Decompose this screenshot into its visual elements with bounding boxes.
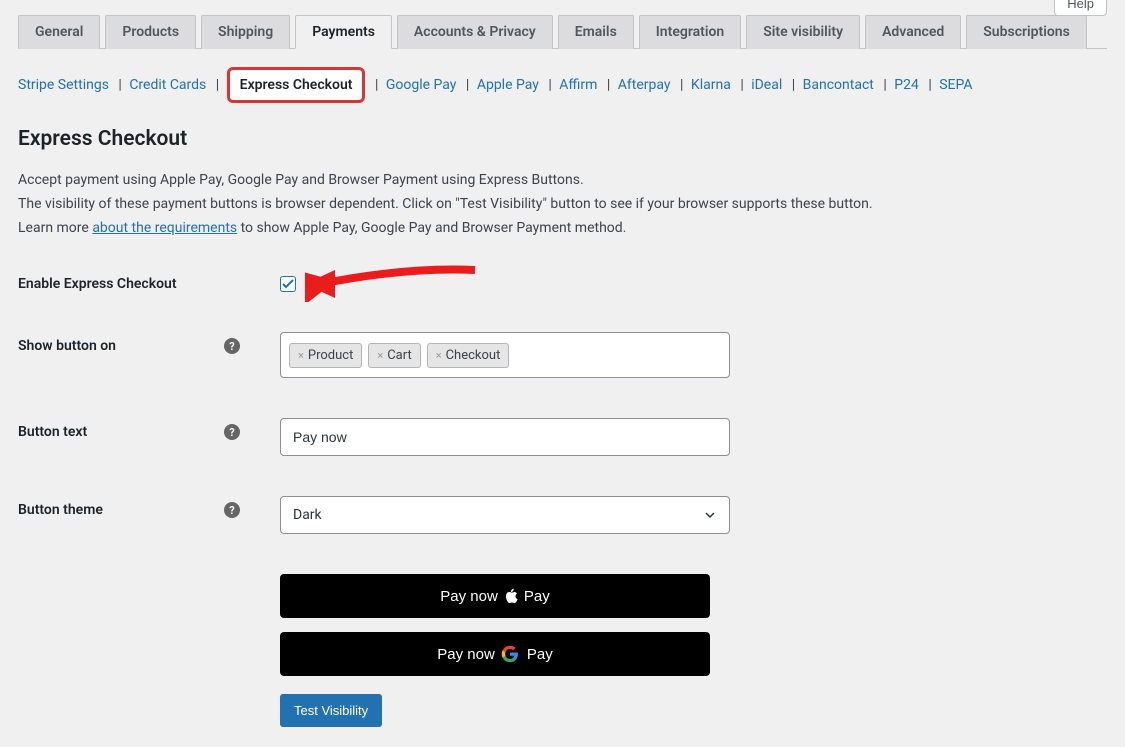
label-text: Button text xyxy=(18,424,87,440)
tab-accounts-privacy[interactable]: Accounts & Privacy xyxy=(397,15,553,49)
subnav-credit-cards[interactable]: Credit Cards xyxy=(129,77,206,93)
separator: | xyxy=(466,77,469,93)
description-line: Learn more about the requirements to sho… xyxy=(18,217,1107,241)
separator: | xyxy=(118,77,121,93)
subnav-klarna[interactable]: Klarna xyxy=(691,77,731,93)
separator: | xyxy=(607,77,610,93)
tag-label: Checkout xyxy=(446,348,501,363)
tab-general[interactable]: General xyxy=(18,15,100,49)
subnav-stripe-settings[interactable]: Stripe Settings xyxy=(18,77,109,93)
separator: | xyxy=(928,77,931,93)
tag-checkout: × Checkout xyxy=(427,343,510,368)
button-text-input[interactable] xyxy=(280,418,730,456)
subnav-sepa[interactable]: SEPA xyxy=(939,77,972,93)
label-text: Show button on xyxy=(18,338,116,354)
apple-pay-icon xyxy=(504,588,518,604)
chevron-down-icon xyxy=(703,508,717,522)
remove-icon[interactable]: × xyxy=(436,349,442,362)
tag-label: Product xyxy=(308,348,353,363)
select-value: Dark xyxy=(293,507,322,523)
tag-cart: × Cart xyxy=(368,343,420,368)
subnav-bancontact[interactable]: Bancontact xyxy=(803,77,874,93)
button-label: Pay now xyxy=(440,588,498,605)
main-tabs: General Products Shipping Payments Accou… xyxy=(18,0,1107,49)
show-button-label: Show button on ? xyxy=(18,332,258,354)
button-theme-select[interactable]: Dark xyxy=(280,496,730,534)
subnav-apple-pay[interactable]: Apple Pay xyxy=(477,77,539,93)
separator: | xyxy=(740,77,743,93)
arrow-annotation-icon xyxy=(305,262,485,302)
enable-label: Enable Express Checkout xyxy=(18,270,258,292)
page-title: Express Checkout xyxy=(18,127,1107,151)
separator: | xyxy=(216,77,219,93)
separator: | xyxy=(375,77,378,93)
show-button-multiselect[interactable]: × Product × Cart × Checkout xyxy=(280,332,730,378)
separator: | xyxy=(792,77,795,93)
apple-pay-button[interactable]: Pay now Pay xyxy=(280,574,710,618)
subnav-p24[interactable]: P24 xyxy=(894,77,919,93)
separator: | xyxy=(548,77,551,93)
help-icon[interactable]: ? xyxy=(224,338,240,354)
label-text: Enable Express Checkout xyxy=(18,276,177,292)
button-text-label: Button text ? xyxy=(18,418,258,440)
subnav-affirm[interactable]: Affirm xyxy=(559,77,597,93)
tab-site-visibility[interactable]: Site visibility xyxy=(746,15,860,49)
subnav-ideal[interactable]: iDeal xyxy=(751,77,782,93)
subnav-google-pay[interactable]: Google Pay xyxy=(386,77,457,93)
description-line: Accept payment using Apple Pay, Google P… xyxy=(18,169,1107,193)
sub-navigation: Stripe Settings | Credit Cards | Express… xyxy=(18,49,1107,115)
text: to show Apple Pay, Google Pay and Browse… xyxy=(237,220,626,236)
tag-product: × Product xyxy=(289,343,362,368)
button-label: Pay now xyxy=(437,646,495,663)
description-line: The visibility of these payment buttons … xyxy=(18,193,1107,217)
requirements-link[interactable]: about the requirements xyxy=(92,220,237,236)
tab-shipping[interactable]: Shipping xyxy=(201,15,290,49)
separator: | xyxy=(680,77,683,93)
tab-products[interactable]: Products xyxy=(105,15,196,49)
subnav-express-checkout[interactable]: Express Checkout xyxy=(227,67,366,103)
label-text: Button theme xyxy=(18,502,103,518)
tag-label: Cart xyxy=(387,348,412,363)
help-icon[interactable]: ? xyxy=(224,424,240,440)
test-visibility-button[interactable]: Test Visibility xyxy=(280,694,382,727)
help-icon[interactable]: ? xyxy=(224,502,240,518)
button-label: Pay xyxy=(524,588,550,605)
button-theme-label: Button theme ? xyxy=(18,496,258,518)
subnav-afterpay[interactable]: Afterpay xyxy=(618,77,671,93)
text: Learn more xyxy=(18,220,92,236)
tab-subscriptions[interactable]: Subscriptions xyxy=(966,15,1087,49)
google-pay-icon xyxy=(501,645,519,663)
remove-icon[interactable]: × xyxy=(377,349,383,362)
google-pay-button[interactable]: Pay now Pay xyxy=(280,632,710,676)
button-label: Pay xyxy=(527,646,553,663)
tab-emails[interactable]: Emails xyxy=(558,15,634,49)
separator: | xyxy=(883,77,886,93)
checkmark-icon xyxy=(282,279,294,289)
enable-checkbox[interactable] xyxy=(280,276,296,292)
tab-advanced[interactable]: Advanced xyxy=(865,15,961,49)
description: Accept payment using Apple Pay, Google P… xyxy=(18,169,1107,240)
remove-icon[interactable]: × xyxy=(298,349,304,362)
tab-integration[interactable]: Integration xyxy=(639,15,741,49)
tab-payments[interactable]: Payments xyxy=(295,15,392,49)
help-button[interactable]: Help xyxy=(1054,0,1107,16)
